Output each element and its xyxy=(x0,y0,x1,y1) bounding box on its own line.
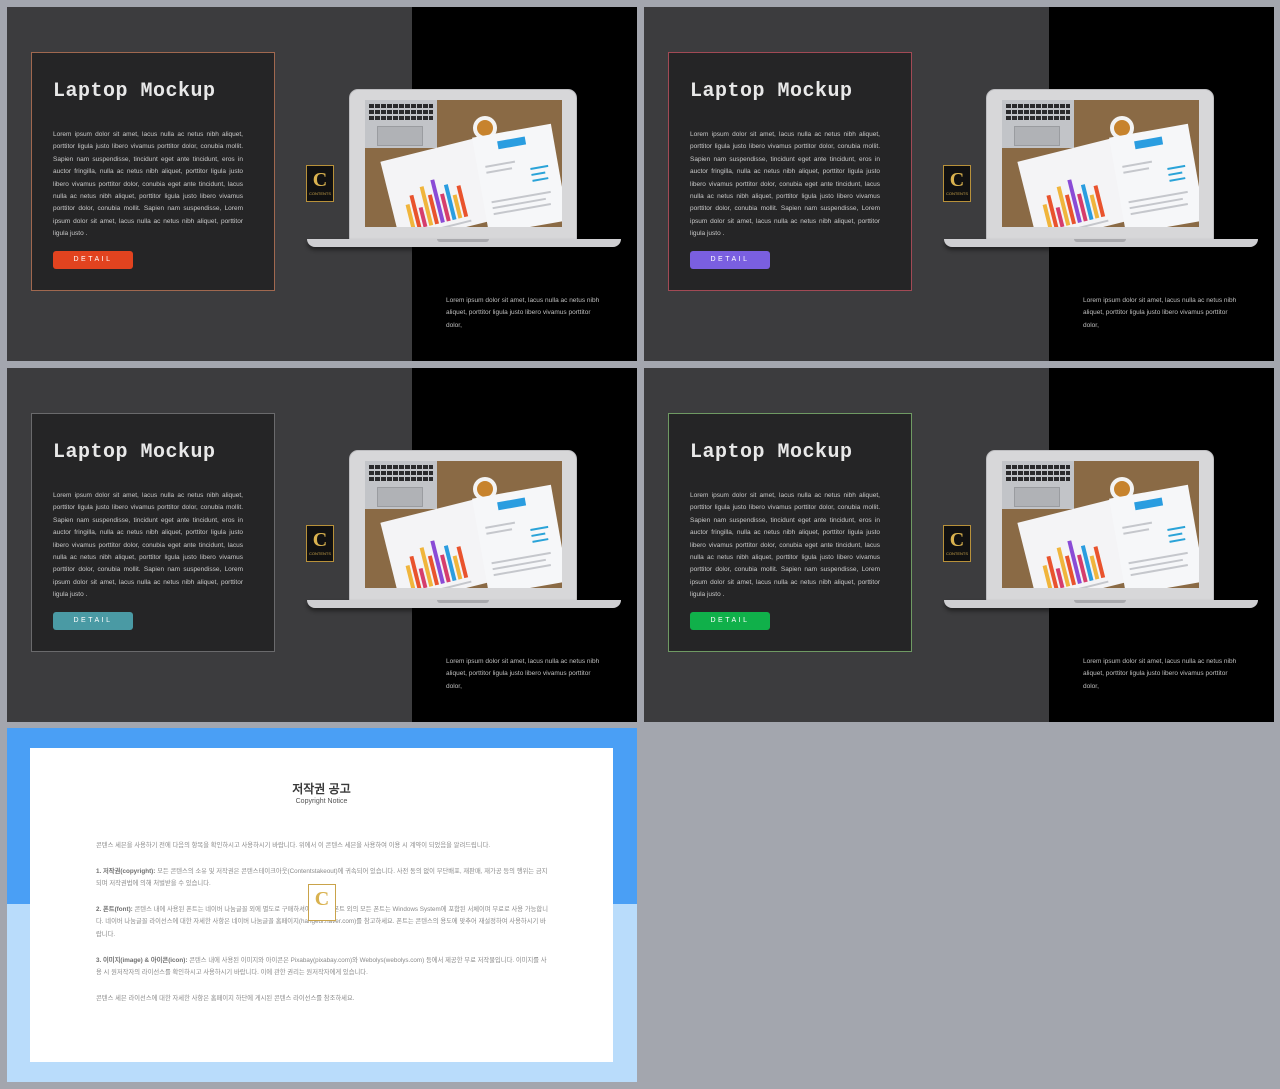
keyboard-photo xyxy=(365,461,437,509)
keyboard-photo xyxy=(1002,100,1074,148)
laptop-screen-image xyxy=(1002,100,1199,227)
notice-paper: 저작권 공고 Copyright Notice 콘텐스 세븐을 사용하기 전에 … xyxy=(30,748,613,1062)
notice-paragraph: 콘텐스 세븐 라이선스에 대한 자세한 사항은 홈페이지 하단에 게시된 콘텐스… xyxy=(96,993,550,1006)
laptop-lid xyxy=(986,450,1214,601)
content-card: Laptop Mockup Lorem ipsum dolor sit amet… xyxy=(31,52,275,291)
laptop-notch xyxy=(437,239,489,242)
report-paper xyxy=(1109,484,1199,588)
keyboard-photo xyxy=(1002,461,1074,509)
laptop-screen-image xyxy=(1002,461,1199,588)
notice-title: 저작권 공고 xyxy=(292,782,351,796)
laptop-mockup xyxy=(307,89,621,251)
content-card: Laptop Mockup Lorem ipsum dolor sit amet… xyxy=(31,413,275,652)
laptop-lid xyxy=(349,89,577,240)
card-body-text: Lorem ipsum dolor sit amet, lacus nulla … xyxy=(53,131,243,238)
laptop-lid xyxy=(349,450,577,601)
notice-heading: 2. 폰트(font): xyxy=(96,905,133,913)
copyright-notice-slide: 저작권 공고 Copyright Notice 콘텐스 세븐을 사용하기 전에 … xyxy=(7,728,637,1082)
card-title: Laptop Mockup xyxy=(53,80,216,103)
report-paper xyxy=(472,123,562,227)
keyboard-photo xyxy=(365,100,437,148)
detail-button[interactable]: DETAIL xyxy=(690,251,770,269)
content-card: Laptop Mockup Lorem ipsum dolor sit amet… xyxy=(668,413,912,652)
slide-3: Laptop Mockup Lorem ipsum dolor sit amet… xyxy=(7,368,637,722)
notice-paragraph: 3. 이미지(image) & 아이콘(icon): 콘텐스 내에 사용된 이미… xyxy=(96,955,550,980)
side-text: Lorem ipsum dolor sit amet, lacus nulla … xyxy=(446,658,600,690)
card-title: Laptop Mockup xyxy=(690,80,853,103)
laptop-lid xyxy=(986,89,1214,240)
card-body-text: Lorem ipsum dolor sit amet, lacus nulla … xyxy=(53,492,243,599)
laptop-notch xyxy=(437,600,489,603)
report-paper xyxy=(1109,123,1199,227)
notice-text: 콘텐스 세븐 라이선스에 대한 자세한 사항은 홈페이지 하단에 게시된 콘텐스… xyxy=(96,994,355,1002)
laptop-screen-image xyxy=(365,461,562,588)
side-text: Lorem ipsum dolor sit amet, lacus nulla … xyxy=(1083,658,1237,690)
card-title: Laptop Mockup xyxy=(53,441,216,464)
slide-1: Laptop Mockup Lorem ipsum dolor sit amet… xyxy=(7,7,637,361)
laptop-mockup xyxy=(944,450,1258,612)
side-text: Lorem ipsum dolor sit amet, lacus nulla … xyxy=(1083,297,1237,329)
content-card: Laptop Mockup Lorem ipsum dolor sit amet… xyxy=(668,52,912,291)
laptop-notch xyxy=(1074,600,1126,603)
laptop-notch xyxy=(1074,239,1126,242)
notice-heading: 3. 이미지(image) & 아이콘(icon): xyxy=(96,956,188,964)
notice-text: 콘텐스 세븐을 사용하기 전에 다음의 항목을 확인하시고 사용하시기 바랍니다… xyxy=(96,842,491,849)
detail-button[interactable]: DETAIL xyxy=(690,612,770,630)
slide-4: Laptop Mockup Lorem ipsum dolor sit amet… xyxy=(644,368,1274,722)
detail-button[interactable]: DETAIL xyxy=(53,251,133,269)
report-paper xyxy=(472,484,562,588)
laptop-mockup xyxy=(307,450,621,612)
card-body-text: Lorem ipsum dolor sit amet, lacus nulla … xyxy=(690,492,880,599)
detail-button[interactable]: DETAIL xyxy=(53,612,133,630)
logo-letter: C xyxy=(314,888,330,910)
side-text: Lorem ipsum dolor sit amet, lacus nulla … xyxy=(446,297,600,329)
slide-2: Laptop Mockup Lorem ipsum dolor sit amet… xyxy=(644,7,1274,361)
contents-logo-icon: C xyxy=(308,884,336,921)
notice-heading: 1. 저작권(copyright): xyxy=(96,867,156,875)
card-body-text: Lorem ipsum dolor sit amet, lacus nulla … xyxy=(690,131,880,238)
notice-subtitle: Copyright Notice xyxy=(295,798,348,805)
laptop-screen-image xyxy=(365,100,562,227)
card-title: Laptop Mockup xyxy=(690,441,853,464)
laptop-mockup xyxy=(944,89,1258,251)
notice-body: 콘텐스 세븐을 사용하기 전에 다음의 항목을 확인하시고 사용하시기 바랍니다… xyxy=(96,840,550,1018)
notice-paragraph: 콘텐스 세븐을 사용하기 전에 다음의 항목을 확인하시고 사용하시기 바랍니다… xyxy=(96,840,550,853)
